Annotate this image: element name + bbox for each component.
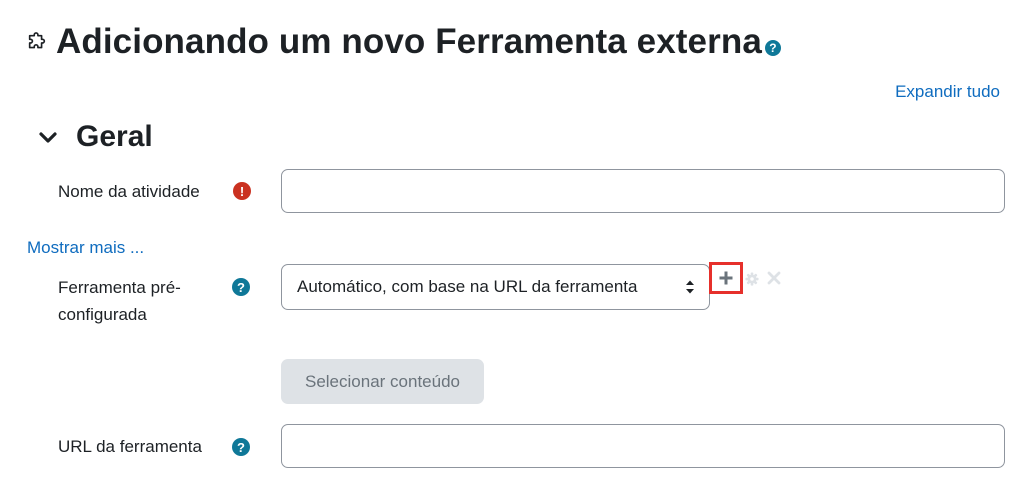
add-tool-button[interactable] — [709, 262, 743, 294]
page: Adicionando um novo Ferramenta externa ?… — [0, 0, 1030, 490]
select-content-button[interactable]: Selecionar conteúdo — [281, 359, 484, 404]
preconfigured-tool-select[interactable]: Automático, com base na URL da ferrament… — [281, 264, 710, 310]
section-title: Geral — [76, 120, 153, 153]
activity-name-label: Nome da atividade — [58, 182, 200, 201]
expand-all-link[interactable]: Expandir tudo — [895, 82, 1000, 102]
question-icon[interactable]: ? — [764, 40, 781, 56]
question-icon[interactable]: ? — [232, 278, 250, 296]
page-heading: Adicionando um novo Ferramenta externa ? — [26, 20, 781, 64]
page-title: Adicionando um novo Ferramenta externa — [56, 22, 762, 61]
puzzle-icon — [28, 32, 46, 49]
question-icon[interactable]: ? — [232, 438, 250, 456]
preconfigured-tool-label-line1: Ferramenta pré- — [58, 278, 181, 297]
section-header[interactable]: Geral — [38, 118, 153, 156]
gear-icon[interactable] — [745, 272, 759, 286]
tool-url-input[interactable] — [281, 424, 1005, 468]
preconfigured-tool-label-line2: configurada — [58, 305, 147, 324]
chevron-down-icon[interactable] — [38, 127, 58, 147]
show-more-link[interactable]: Mostrar mais ... — [27, 238, 144, 258]
preconfigured-tool-selected: Automático, com base na URL da ferrament… — [297, 277, 638, 296]
close-icon[interactable] — [766, 270, 782, 286]
required-icon: ! — [233, 182, 251, 200]
select-arrows-icon — [686, 280, 694, 294]
tool-url-label: URL da ferramenta — [58, 437, 202, 456]
add-icon — [719, 271, 733, 285]
activity-name-input[interactable] — [281, 169, 1005, 213]
